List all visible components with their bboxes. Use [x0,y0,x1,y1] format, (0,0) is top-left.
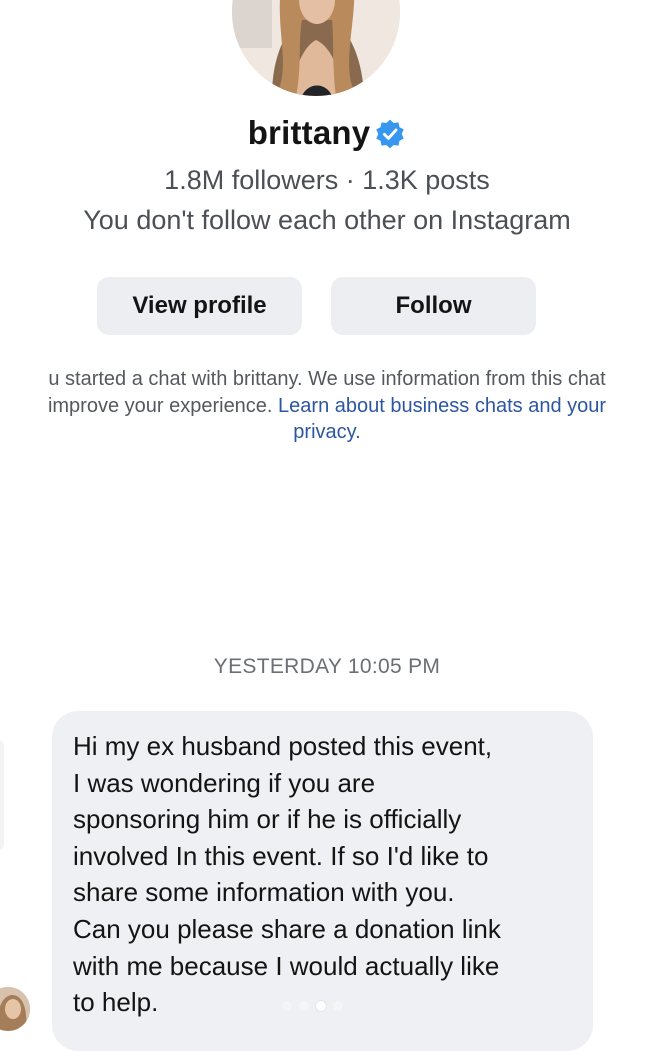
notice-line-2: improve your experience. Learn about bus… [0,393,654,420]
notice-line-2-text: improve your experience. [47,394,279,417]
pagination-dot [282,1001,292,1011]
sender-avatar-photo [0,987,30,1031]
pagination-dot [333,1001,343,1011]
profile-avatar[interactable] [232,0,400,96]
sender-avatar[interactable] [0,987,30,1031]
message-timestamp: YESTERDAY 10:05 PM [213,655,441,678]
previous-message-edge [0,740,4,850]
message-text: Hi my ex husband posted this event, I wa… [73,731,501,1018]
business-chat-notice: u started a chat with brittany. We use i… [0,366,654,446]
privacy-link[interactable]: privacy. [0,419,654,446]
business-chats-link[interactable]: Learn about business chats and your [278,395,606,417]
profile-name-row: brittany [0,114,654,152]
follow-relation-text: You don't follow each other on Instagram [83,205,571,235]
profile-stats: 1.8M followers · 1.3K posts [164,165,490,195]
profile-photo [232,0,400,96]
pagination-dot [299,1001,309,1011]
follow-button[interactable]: Follow [331,277,536,335]
notice-line-1: u started a chat with brittany. We use i… [48,368,606,390]
pagination-dots [282,1001,343,1011]
profile-name: brittany [247,114,371,151]
pagination-dot-active [316,1001,326,1011]
view-profile-button[interactable]: View profile [97,277,302,335]
verified-badge-icon [376,119,405,149]
